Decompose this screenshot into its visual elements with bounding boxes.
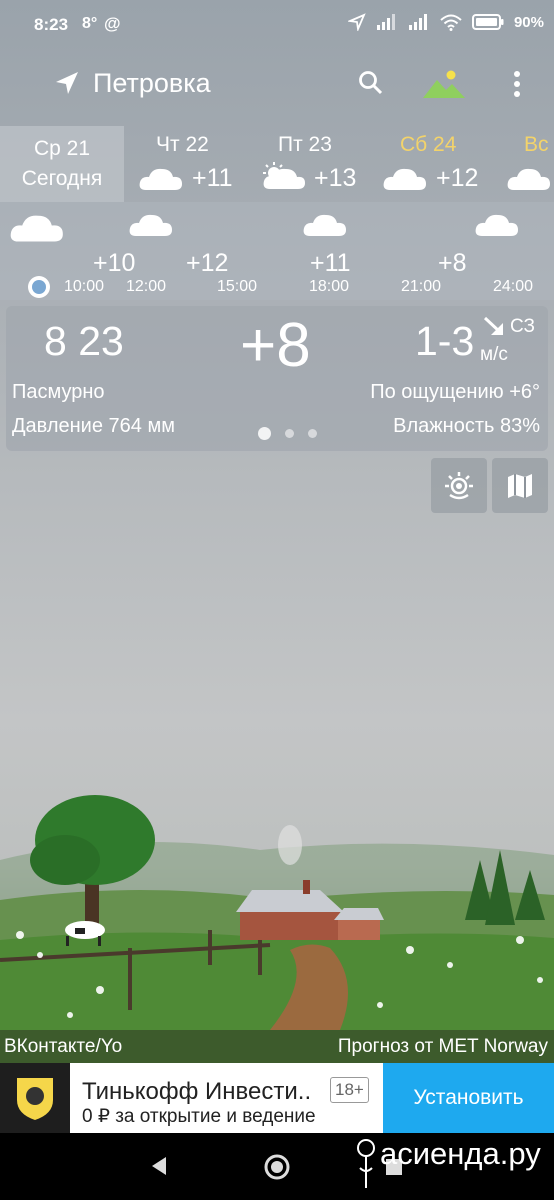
battery-icon <box>471 14 504 30</box>
page-indicator <box>258 427 317 440</box>
daily-forecast: Ср 21 Сегодня Чт 22 +11 Пт 23 +13 Сб 24 … <box>0 126 554 202</box>
ad-age-badge: 18+ <box>330 1077 369 1103</box>
at-icon: @ <box>104 14 121 33</box>
day-temp: +12 <box>436 164 479 192</box>
sun-moon-button[interactable] <box>431 458 487 513</box>
current-temp: +8 <box>240 311 311 380</box>
page-dot <box>308 429 317 438</box>
landscape-illustration <box>0 795 554 1030</box>
city-name[interactable]: Петровка <box>93 68 211 99</box>
current-weather-card[interactable]: 8 23 +8 1-3 СЗ м/с Пасмурно По ощущению … <box>6 306 548 451</box>
feels-like: По ощущению +6° <box>370 381 540 403</box>
status-icons: 90% <box>347 13 544 31</box>
map-button[interactable] <box>492 458 548 513</box>
cloud-icon <box>475 214 518 236</box>
home-icon[interactable] <box>264 1154 290 1180</box>
hour-temp: +10 <box>93 249 136 277</box>
cloud-icon <box>303 214 346 236</box>
hour-time: 21:00 <box>401 278 442 295</box>
day-tab-sat[interactable]: Сб 24 +12 <box>382 126 492 202</box>
sun-icon <box>445 471 473 499</box>
map-icon <box>508 473 532 498</box>
hour-temp: +8 <box>438 249 467 277</box>
day-temp: +11 <box>192 164 233 192</box>
day-today-label: Сегодня <box>21 167 103 190</box>
condition-text: Пасмурно <box>12 381 105 403</box>
signal-icon-2 <box>408 14 427 30</box>
source-bar: ВКонтакте/Yo Прогноз от MET Norway <box>0 1030 554 1063</box>
hour-temp: +12 <box>186 249 229 277</box>
status-time: 8:23 <box>34 15 69 34</box>
cloud-icon <box>507 168 550 190</box>
wind-speed: 1-3 <box>415 318 475 364</box>
cloud-icon <box>10 215 63 242</box>
day-name: Чт 22 <box>156 133 209 156</box>
hourly-forecast[interactable]: +10 +12 +11 +8 10:00 12:00 15:00 18:00 2… <box>0 202 554 300</box>
humidity: Влажность 83% <box>393 415 540 437</box>
pressure: Давление 764 мм <box>12 415 175 437</box>
vk-link[interactable]: ВКонтакте/Yo <box>4 1036 122 1058</box>
forecast-source[interactable]: Прогноз от MET Norway <box>338 1036 548 1058</box>
hour-time: 18:00 <box>309 278 350 295</box>
day-name: Вс <box>524 133 549 156</box>
ad-subtitle: 0 ₽ за открытие и ведение <box>82 1106 316 1127</box>
hour-time: 10:00 <box>64 278 105 295</box>
battery-percent: 90% <box>513 13 544 31</box>
partly-cloudy-icon <box>263 162 305 189</box>
cloud-icon <box>129 214 172 236</box>
search-icon[interactable] <box>358 70 384 96</box>
cloud-icon <box>383 168 426 190</box>
wind-unit: м/с <box>480 344 508 365</box>
install-button[interactable]: Установить <box>383 1063 554 1133</box>
ad-logo-icon <box>0 1063 70 1133</box>
page-dot <box>285 429 294 438</box>
day-name: Сб 24 <box>400 133 457 156</box>
temp-notification: 8° <box>82 15 98 32</box>
toolbar: Петровка <box>0 56 554 112</box>
hour-temp: +11 <box>310 249 351 277</box>
location-status-icon <box>347 13 366 31</box>
wind-direction: СЗ <box>510 316 535 337</box>
location-arrow-icon[interactable] <box>54 70 80 96</box>
ad-title: Тинькофф Инвести.. <box>82 1078 312 1105</box>
hour-time: 12:00 <box>126 278 167 295</box>
status-bar: 8:23 8° @ 90% <box>0 0 554 50</box>
day-tab-fri[interactable]: Пт 23 +13 <box>260 126 370 202</box>
current-time: 8 23 <box>44 318 124 364</box>
back-icon[interactable] <box>148 1155 170 1177</box>
signal-icon <box>376 14 395 30</box>
day-tab-today[interactable]: Ср 21 Сегодня <box>0 126 124 202</box>
landscape-icon[interactable] <box>422 68 466 100</box>
day-name: Пт 23 <box>278 133 332 156</box>
hour-time: 24:00 <box>493 278 534 295</box>
hour-time: 15:00 <box>217 278 258 295</box>
cloud-icon <box>139 168 182 190</box>
wifi-icon <box>440 14 462 31</box>
watermark-logo-icon <box>357 1139 375 1188</box>
more-vert-icon[interactable] <box>508 70 526 98</box>
ad-banner[interactable]: Тинькофф Инвести.. 18+ 0 ₽ за открытие и… <box>0 1063 554 1133</box>
day-tab-sun[interactable]: Вс <box>504 126 554 202</box>
current-time-marker-icon <box>28 276 50 298</box>
day-tab-thu[interactable]: Чт 22 +11 <box>138 126 248 202</box>
watermark-text: асиенда.ру <box>380 1136 541 1171</box>
day-name: Ср 21 <box>33 137 91 160</box>
day-temp: +13 <box>314 164 357 192</box>
wind-direction-icon <box>483 316 503 335</box>
page-dot-active <box>258 427 271 440</box>
